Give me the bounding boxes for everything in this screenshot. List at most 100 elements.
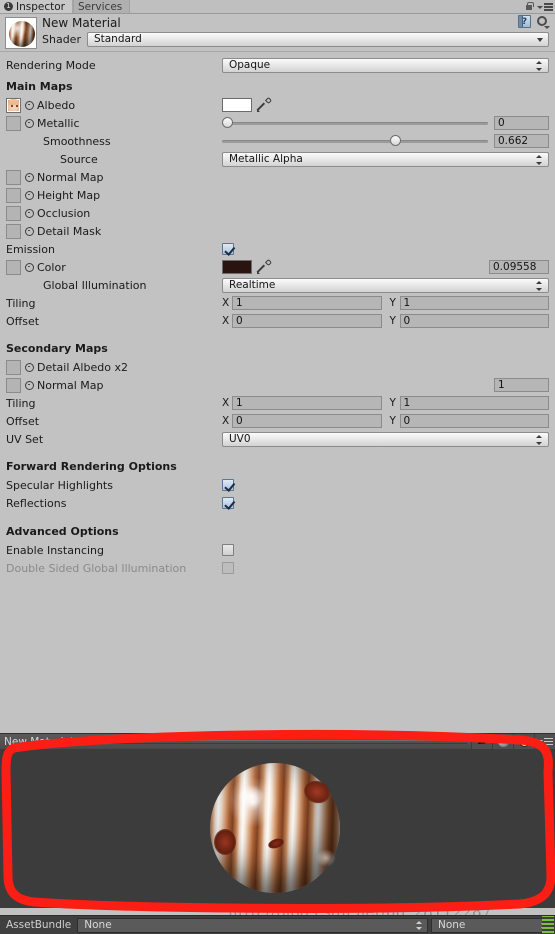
row-double-sided-gi: Double Sided Global Illumination: [6, 559, 549, 577]
main-tiling-y[interactable]: 1: [399, 296, 549, 310]
preview-viewport[interactable]: [0, 749, 555, 908]
row-secondary-tiling: Tiling X 1 Y 1: [6, 394, 549, 412]
shader-dropdown[interactable]: Standard: [86, 32, 549, 47]
preview-sphere[interactable]: [210, 763, 340, 893]
detail-mask-toggle-icon[interactable]: [25, 226, 34, 236]
secondary-normal-value[interactable]: 1: [494, 378, 549, 392]
height-map-label: Height Map: [37, 188, 101, 202]
main-offset-label: Offset: [6, 314, 40, 328]
preview-divider[interactable]: [77, 739, 467, 744]
metallic-slider[interactable]: [222, 116, 488, 130]
secondary-normal-toggle-icon[interactable]: [25, 380, 34, 390]
metallic-texture-slot[interactable]: [6, 115, 21, 131]
secondary-tiling-x[interactable]: 1: [232, 396, 382, 410]
detail-mask-texture-slot[interactable]: [6, 223, 21, 239]
row-global-illumination: Global Illumination Realtime: [6, 276, 549, 294]
albedo-texture-slot[interactable]: [6, 97, 21, 113]
emission-texture-slot[interactable]: [6, 259, 21, 275]
detail-albedo-toggle-icon[interactable]: [25, 362, 34, 372]
detail-albedo-label: Detail Albedo x2: [37, 360, 128, 374]
row-main-offset: Offset X 0 Y 0: [6, 312, 549, 330]
row-secondary-normal-map: Normal Map 1: [6, 376, 549, 394]
double-sided-gi-label: Double Sided Global Illumination: [6, 561, 187, 575]
height-map-toggle-icon[interactable]: [25, 190, 34, 200]
global-illumination-dropdown[interactable]: Realtime: [222, 277, 549, 293]
specular-highlights-checkbox[interactable]: [222, 479, 234, 491]
enable-instancing-checkbox[interactable]: [222, 544, 234, 556]
row-uv-set: UV Set UV0: [6, 430, 549, 448]
secondary-normal-texture-slot[interactable]: [6, 377, 21, 393]
emission-intensity-value[interactable]: 0.09558: [489, 260, 549, 274]
resize-grip[interactable]: [542, 916, 554, 933]
source-label: Source: [60, 152, 98, 166]
asset-bundle-variant-value: None: [438, 918, 466, 931]
secondary-tiling-y[interactable]: 1: [399, 396, 549, 410]
uv-set-label: UV Set: [6, 432, 44, 446]
secondary-offset-y[interactable]: 0: [399, 414, 549, 428]
gear-icon[interactable]: [536, 15, 550, 29]
main-tiling-label: Tiling: [6, 296, 36, 310]
main-offset-y[interactable]: 0: [399, 314, 549, 328]
section-secondary-maps: Secondary Maps: [6, 342, 108, 355]
main-offset-x[interactable]: 0: [232, 314, 382, 328]
sec-tiling-y-key: Y: [389, 397, 396, 409]
reflections-label: Reflections: [6, 496, 67, 510]
normal-map-label: Normal Map: [37, 170, 104, 184]
smoothness-value[interactable]: 0.662: [494, 134, 549, 148]
albedo-color-field[interactable]: [222, 98, 252, 112]
normal-map-toggle-icon[interactable]: [25, 172, 34, 182]
emission-checkbox[interactable]: [222, 243, 234, 255]
row-reflections: Reflections: [6, 494, 549, 512]
uv-set-dropdown[interactable]: UV0: [222, 431, 549, 447]
tab-inspector[interactable]: 1 Inspector: [0, 0, 73, 13]
asset-bundle-variant-dropdown[interactable]: None: [431, 917, 553, 933]
source-dropdown[interactable]: Metallic Alpha: [222, 151, 549, 167]
reflections-checkbox[interactable]: [222, 497, 234, 509]
global-illumination-value: Realtime: [229, 278, 276, 291]
smoothness-slider-knob[interactable]: [389, 135, 401, 146]
offset-x-key: X: [222, 315, 230, 327]
row-detail-mask: Detail Mask: [6, 222, 549, 240]
section-forward-rendering: Forward Rendering Options: [6, 460, 177, 473]
unity-inspector-window: 1 Inspector Services New Material Shader…: [0, 0, 555, 934]
lock-icon[interactable]: [525, 2, 534, 12]
hamburger-menu-icon[interactable]: [537, 3, 553, 11]
metallic-value[interactable]: 0: [494, 116, 549, 130]
section-advanced-options: Advanced Options: [6, 525, 119, 538]
occlusion-texture-slot[interactable]: [6, 205, 21, 221]
main-tiling-x[interactable]: 1: [232, 296, 382, 310]
cursor-tool-icon[interactable]: [471, 733, 492, 750]
tab-services[interactable]: Services: [72, 0, 131, 13]
help-book-icon[interactable]: ?: [518, 15, 531, 28]
preview-menu-icon[interactable]: [534, 733, 555, 750]
emission-label: Emission: [6, 242, 55, 256]
eyedropper-icon[interactable]: [256, 96, 273, 112]
row-detail-albedo: Detail Albedo x2: [6, 358, 549, 376]
emission-color-field[interactable]: [222, 260, 252, 274]
offset-y-key: Y: [389, 315, 396, 327]
row-rendering-mode: Rendering Mode Opaque: [6, 56, 549, 74]
metallic-toggle-icon[interactable]: [25, 118, 34, 128]
shader-row: Shader Standard: [42, 32, 549, 47]
rendering-mode-dropdown[interactable]: Opaque: [222, 57, 549, 73]
asset-bundle-value: None: [84, 918, 112, 931]
tab-inspector-label: Inspector: [16, 0, 65, 13]
row-smoothness: Smoothness 0.662: [6, 132, 549, 150]
occlusion-toggle-icon[interactable]: [25, 208, 34, 218]
height-map-texture-slot[interactable]: [6, 187, 21, 203]
emission-color-toggle-icon[interactable]: [25, 262, 34, 272]
metallic-slider-knob[interactable]: [222, 117, 233, 128]
asset-bundle-dropdown[interactable]: None: [77, 917, 428, 933]
preview-title: New Material: [4, 735, 73, 748]
albedo-toggle-icon[interactable]: [25, 100, 34, 110]
material-sphere-thumbnail: [5, 17, 37, 49]
detail-albedo-texture-slot[interactable]: [6, 359, 21, 375]
secondary-tiling-label: Tiling: [6, 396, 36, 410]
secondary-offset-x[interactable]: 0: [232, 414, 382, 428]
eyedropper-icon[interactable]: [256, 258, 273, 274]
updown-arrows-icon: [536, 61, 543, 71]
lighting-toggle-icon[interactable]: [513, 733, 534, 750]
normal-map-texture-slot[interactable]: [6, 169, 21, 185]
mesh-sphere-icon[interactable]: [492, 733, 513, 750]
smoothness-slider[interactable]: [222, 134, 488, 148]
